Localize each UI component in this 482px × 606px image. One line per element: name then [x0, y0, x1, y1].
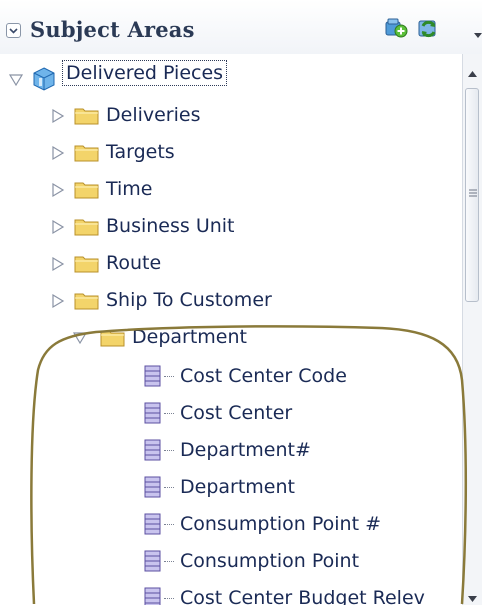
tree-folder-department[interactable]: Department	[0, 320, 460, 354]
tree-connector	[164, 413, 174, 414]
folder-icon	[74, 291, 100, 316]
collapsed-triangle-icon[interactable]	[50, 144, 66, 161]
column-icon	[144, 365, 162, 392]
tree-column-cost-center-budget-relevant[interactable]: Cost Center Budget Relev	[0, 581, 460, 605]
tree-column-label[interactable]: Cost Center	[180, 402, 292, 424]
panel-title: Subject Areas	[30, 17, 195, 42]
tree-column-department-number[interactable]: Department#	[0, 433, 460, 467]
vertical-scrollbar[interactable]	[462, 54, 482, 605]
tree-root-node[interactable]: Delivered Pieces	[0, 60, 460, 97]
tree-column-label[interactable]: Department	[180, 476, 295, 498]
scroll-down-arrow-icon[interactable]	[468, 587, 477, 606]
subject-area-tree: Delivered Pieces Deliveries Targets Time	[0, 54, 462, 605]
add-subject-area-icon[interactable]	[382, 14, 408, 44]
tree-folder-label[interactable]: Route	[106, 252, 161, 274]
chevron-collapse-icon[interactable]	[6, 23, 21, 38]
tree-column-consumption-point-number[interactable]: Consumption Point #	[0, 507, 460, 541]
tree-column-cost-center-code[interactable]: Cost Center Code	[0, 359, 460, 393]
folder-icon	[74, 217, 100, 242]
tree-connector	[164, 487, 174, 488]
column-icon	[144, 402, 162, 429]
refresh-icon[interactable]	[414, 14, 442, 46]
column-icon	[144, 439, 162, 466]
collapsed-triangle-icon[interactable]	[50, 218, 66, 235]
panel-header: Subject Areas	[0, 0, 482, 54]
tree-folder-label[interactable]: Targets	[106, 141, 175, 163]
dropdown-arrow-icon[interactable]	[474, 24, 482, 43]
tree-folder-label[interactable]: Ship To Customer	[106, 289, 272, 311]
collapsed-triangle-icon[interactable]	[50, 292, 66, 309]
tree-column-label[interactable]: Cost Center Code	[180, 365, 347, 387]
collapsed-triangle-icon[interactable]	[50, 255, 66, 272]
scrollbar-thumb[interactable]	[465, 88, 479, 302]
tree-folder-route[interactable]: Route	[0, 246, 460, 280]
tree-root-label[interactable]: Delivered Pieces	[62, 60, 228, 86]
column-icon	[144, 587, 162, 605]
tree-connector	[164, 376, 174, 377]
tree-column-cost-center[interactable]: Cost Center	[0, 396, 460, 430]
collapsed-triangle-icon[interactable]	[50, 107, 66, 124]
tree-folder-label[interactable]: Department	[132, 326, 247, 348]
tree-folder-business-unit[interactable]: Business Unit	[0, 209, 460, 243]
tree-column-consumption-point[interactable]: Consumption Point	[0, 544, 460, 578]
expanded-triangle-icon[interactable]	[72, 329, 88, 345]
scroll-up-arrow-icon[interactable]	[468, 62, 477, 81]
folder-icon	[74, 143, 100, 168]
tree-folder-ship-to-customer[interactable]: Ship To Customer	[0, 283, 460, 317]
tree-folder-label[interactable]: Business Unit	[106, 215, 235, 237]
tree-connector	[164, 561, 174, 562]
column-icon	[144, 513, 162, 540]
tree-folder-targets[interactable]: Targets	[0, 135, 460, 169]
scrollbar-grip-icon	[469, 189, 477, 197]
folder-open-icon	[100, 328, 126, 353]
subject-area-cube-icon	[32, 66, 56, 97]
tree-folder-label[interactable]: Deliveries	[106, 104, 201, 126]
tree-folder-time[interactable]: Time	[0, 172, 460, 206]
tree-connector	[164, 450, 174, 451]
folder-icon	[74, 106, 100, 131]
tree-column-label[interactable]: Department#	[180, 439, 311, 461]
tree-column-label[interactable]: Consumption Point	[180, 550, 359, 572]
tree-folder-deliveries[interactable]: Deliveries	[0, 98, 460, 132]
collapsed-triangle-icon[interactable]	[50, 181, 66, 198]
tree-column-label[interactable]: Consumption Point #	[180, 513, 381, 535]
folder-icon	[74, 254, 100, 279]
tree-connector	[164, 598, 174, 599]
tree-column-department[interactable]: Department	[0, 470, 460, 504]
tree-folder-label[interactable]: Time	[106, 178, 153, 200]
expanded-triangle-icon[interactable]	[8, 71, 24, 87]
tree-connector	[164, 524, 174, 525]
folder-icon	[74, 180, 100, 205]
column-icon	[144, 550, 162, 577]
column-icon	[144, 476, 162, 503]
tree-column-label[interactable]: Cost Center Budget Relev	[180, 587, 425, 605]
